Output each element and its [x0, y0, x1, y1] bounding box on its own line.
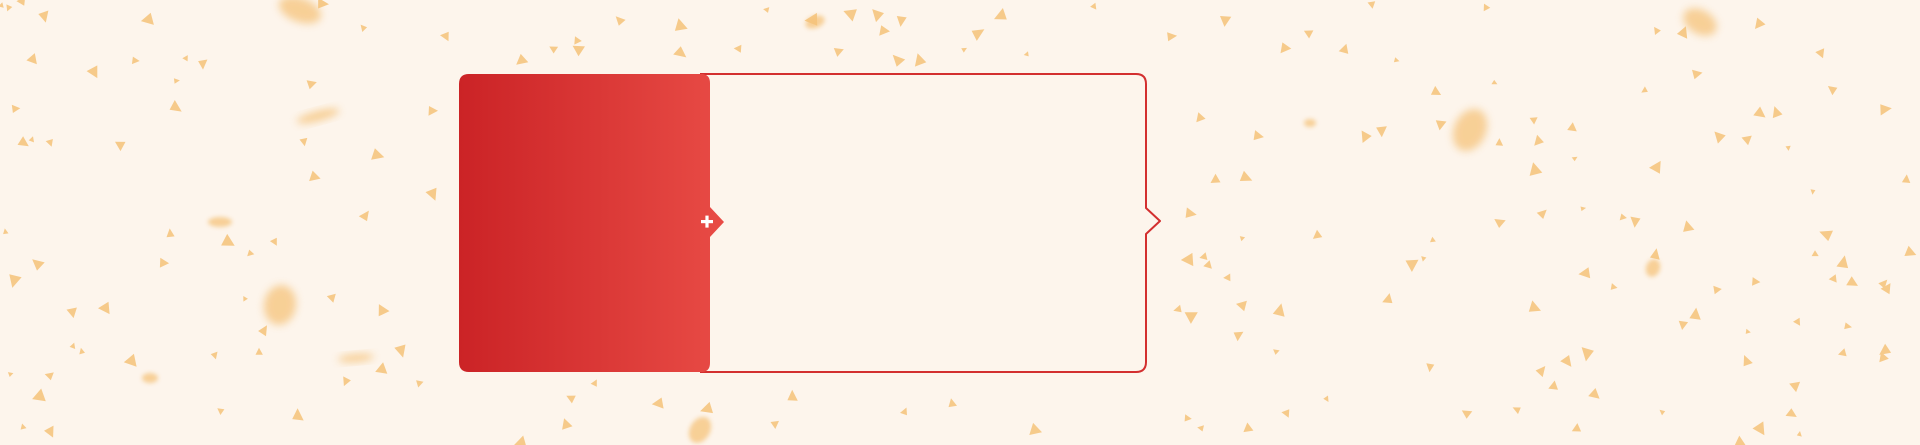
right-panel[interactable]	[712, 74, 1146, 372]
add-button[interactable]	[692, 208, 720, 236]
banner-stage	[0, 0, 1920, 445]
left-panel[interactable]	[459, 74, 711, 372]
